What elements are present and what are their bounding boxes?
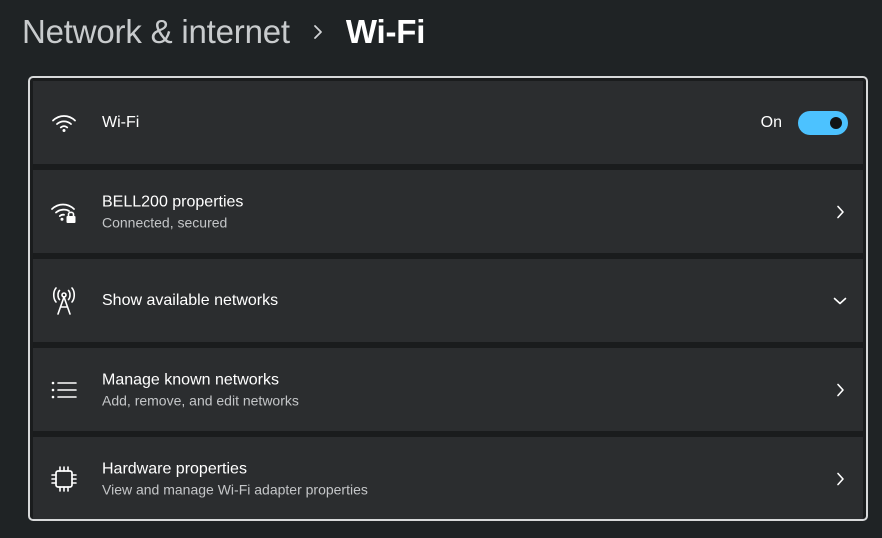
show-available-networks-title: Show available networks xyxy=(102,291,279,309)
breadcrumb: Network & internet Wi-Fi xyxy=(22,8,425,56)
hardware-properties-description: View and manage Wi-Fi adapter properties xyxy=(102,481,368,497)
manage-known-networks-row[interactable]: Manage known networks Add, remove, and e… xyxy=(33,348,863,431)
wifi-settings-panel: Wi-Fi On BELL200 properties Connected, s… xyxy=(28,76,868,521)
hardware-properties-title: Hardware properties xyxy=(102,460,247,477)
hardware-properties-text: Hardware properties View and manage Wi-F… xyxy=(102,459,368,498)
wifi-label: Wi-Fi xyxy=(102,113,140,131)
manage-known-networks-title: Manage known networks xyxy=(102,371,279,388)
manage-known-networks-text: Manage known networks Add, remove, and e… xyxy=(102,370,299,409)
wifi-toggle-switch[interactable] xyxy=(798,110,848,135)
breadcrumb-parent-network-internet[interactable]: Network & internet xyxy=(22,13,290,51)
chevron-right-icon xyxy=(290,24,346,40)
network-properties-title: BELL200 properties xyxy=(102,193,244,210)
antenna-icon xyxy=(49,286,79,316)
toggle-knob xyxy=(830,116,842,129)
show-available-networks-text: Show available networks xyxy=(102,291,278,311)
page-title: Wi-Fi xyxy=(345,13,426,50)
network-status: Connected, secured xyxy=(102,214,228,230)
chevron-down-icon xyxy=(833,294,847,308)
wifi-row-text: Wi-Fi xyxy=(102,113,139,133)
hardware-properties-row[interactable]: Hardware properties View and manage Wi-F… xyxy=(33,437,863,519)
toggle-state-label: On xyxy=(760,113,782,131)
chip-icon xyxy=(49,464,79,494)
manage-known-networks-description: Add, remove, and edit networks xyxy=(102,392,299,408)
show-available-networks-row[interactable]: Show available networks xyxy=(33,259,863,342)
wifi-lock-icon xyxy=(49,197,79,227)
wifi-toggle-row[interactable]: Wi-Fi On xyxy=(33,81,863,164)
chevron-right-icon xyxy=(833,472,847,486)
wifi-toggle-group: On xyxy=(760,110,848,135)
network-properties-text: BELL200 properties Connected, secured xyxy=(102,192,243,231)
chevron-right-icon xyxy=(833,205,847,219)
wifi-icon xyxy=(49,108,79,138)
chevron-right-icon xyxy=(833,383,847,397)
list-icon xyxy=(49,375,79,405)
network-properties-row[interactable]: BELL200 properties Connected, secured xyxy=(33,170,863,253)
